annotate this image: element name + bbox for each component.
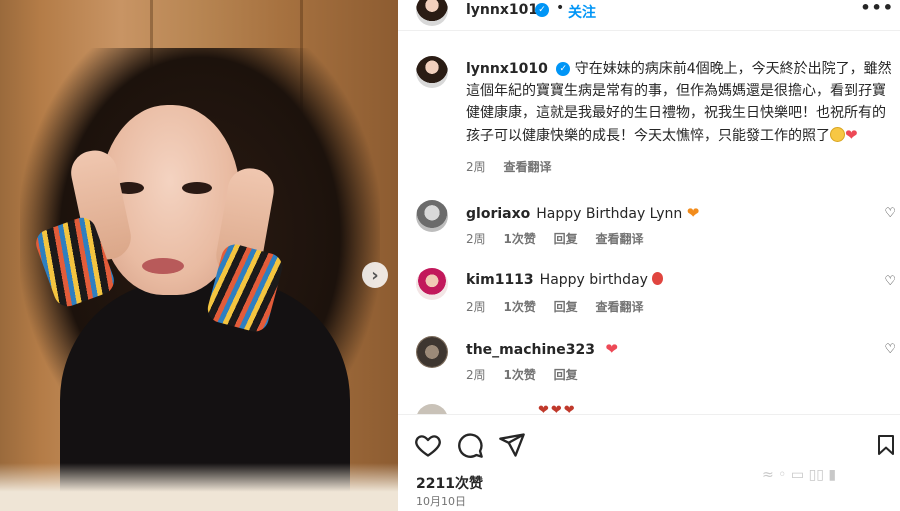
comment-time: 2周 (466, 232, 486, 246)
post-image[interactable]: › (0, 0, 398, 511)
comment-like-heart-icon[interactable]: ♡ (884, 206, 896, 221)
comment-line: gloriaxo Happy Birthday Lynn ❤ (466, 204, 699, 222)
carousel-next-button[interactable]: › (362, 262, 388, 288)
bookmark-icon[interactable] (874, 431, 898, 459)
comment-meta: 2周 1次赞 回复 查看翻译 (466, 298, 658, 315)
caption-text: lynnx1010 ✓ 守在妹妹的病床前4個晚上，今天終於出院了，雖然這個年紀的… (466, 58, 896, 147)
avatar[interactable] (416, 0, 448, 26)
comment-username[interactable]: the_machine323 (466, 342, 595, 358)
comment-line: the_machine323 ❤ (466, 340, 618, 358)
watermark: ≈ ◦ ▭ ▯▯ ▮ (762, 467, 837, 483)
red-heart-emoji-icon: ❤ (845, 126, 858, 144)
heart-outline-icon[interactable] (414, 431, 442, 459)
caption-time: 2周 (466, 160, 486, 174)
comment-time: 2周 (466, 300, 486, 314)
avatar[interactable] (416, 404, 448, 414)
chevron-right-icon: › (371, 264, 379, 286)
comment-reply-button[interactable]: 回复 (554, 232, 578, 246)
comment-translate-link[interactable]: 查看翻译 (596, 300, 644, 314)
comment-like-heart-icon[interactable]: ♡ (884, 274, 896, 289)
avatar[interactable] (416, 336, 448, 368)
photo-lips (142, 258, 184, 274)
red-heart-emoji-icon: ❤ (605, 340, 618, 358)
comment-likes-link[interactable]: 1次赞 (503, 232, 535, 246)
caption-translate-link[interactable]: 查看翻译 (503, 160, 551, 174)
comment-time: 2周 (466, 368, 486, 382)
send-icon[interactable] (498, 431, 526, 459)
comment-like-heart-icon[interactable]: ♡ (884, 342, 896, 357)
comment-reply-button[interactable]: 回复 (554, 300, 578, 314)
comment-item: gloriaxo Happy Birthday Lynn ❤ ♡ 2周 1次赞 回… (416, 200, 900, 260)
verified-badge-icon: ✓ (556, 62, 571, 76)
comment-text: Happy birthday (539, 272, 648, 288)
photo-blanket (0, 463, 398, 511)
comment-translate-link[interactable]: 查看翻译 (596, 232, 644, 246)
comment-username[interactable]: kim1113 (466, 272, 534, 288)
avatar[interactable] (416, 56, 448, 88)
comment-username[interactable]: gloriaxo (466, 206, 530, 222)
comment-line: kim1113 Happy birthday (466, 272, 664, 288)
header-separator: • (556, 0, 565, 16)
comment-likes-link[interactable]: 1次赞 (503, 300, 535, 314)
caption-username[interactable]: lynnx1010 (466, 61, 548, 77)
likes-count[interactable]: 2211次赞 (416, 473, 483, 493)
follow-button[interactable]: 关注 (568, 2, 596, 22)
comment-meta: 2周 1次赞 回复 (466, 366, 592, 383)
comment-item: the_machine323 ❤ ♡ 2周 1次赞 回复 (416, 336, 900, 396)
comment-likes-link[interactable]: 1次赞 (503, 368, 535, 382)
comment-item-partial: ❤❤❤ (416, 404, 900, 414)
red-heart-emoji-icon: ❤❤❤ (538, 404, 577, 414)
post-header: lynnx1010 ✓ • 关注 ••• (398, 0, 900, 30)
post-date: 10月10日 (416, 495, 466, 508)
post-actions-bar: 2211次赞 10月10日 ≈ ◦ ▭ ▯▯ ▮ (398, 414, 900, 511)
balloon-emoji-icon (652, 272, 664, 285)
photo-eye-right (182, 182, 212, 194)
caption-meta: 2周 查看翻译 (466, 158, 565, 175)
avatar[interactable] (416, 200, 448, 232)
comment-reply-button[interactable]: 回复 (554, 368, 578, 382)
comment-item: kim1113 Happy birthday ♡ 2周 1次赞 回复 查看翻译 (416, 268, 900, 328)
more-horizontal-icon[interactable]: ••• (860, 0, 894, 17)
smile-emoji-icon (830, 127, 845, 142)
header-divider (398, 30, 900, 31)
verified-badge-icon: ✓ (535, 3, 549, 17)
post-details-panel: lynnx1010 ✓ • 关注 ••• lynnx1010 ✓ 守在妹妹的病床… (398, 0, 900, 511)
comment-icon[interactable] (456, 431, 484, 459)
comment-meta: 2周 1次赞 回复 查看翻译 (466, 230, 658, 247)
orange-heart-emoji-icon: ❤ (686, 204, 700, 222)
comment-text: Happy Birthday Lynn (536, 206, 683, 222)
avatar[interactable] (416, 268, 448, 300)
